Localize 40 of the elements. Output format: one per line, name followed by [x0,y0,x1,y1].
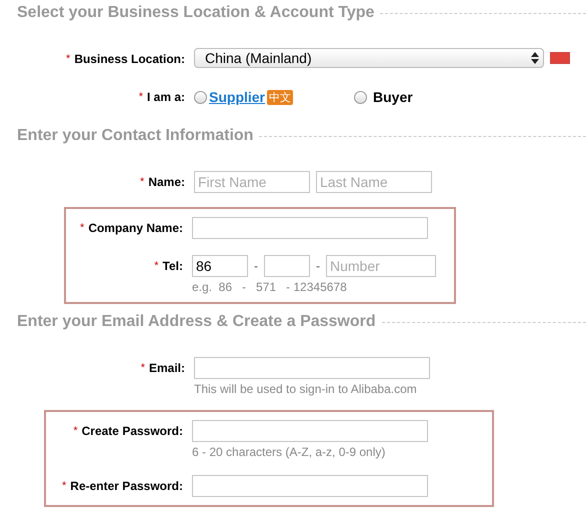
required-mark: * [62,479,66,494]
required-mark: * [73,424,78,439]
hint-text: This will be used to sign-in to Alibaba.com [194,382,418,396]
phone-field[interactable] [264,255,310,277]
section-heading: Enter your Email Address & Create a Password [17,313,376,331]
required-mark: * [140,175,144,190]
field-label: Tel: [162,258,183,275]
option-label: Buyer [373,89,413,105]
separator-text: - [254,259,258,273]
text-field[interactable] [194,357,430,379]
name-field[interactable]: Last Name [316,171,432,193]
field-label: Name: [148,174,185,191]
supplier-link[interactable]: Supplier [209,89,266,105]
required-mark: * [140,361,145,376]
field-label: Email: [148,360,185,377]
text-field[interactable] [192,217,428,239]
field-label: Company Name: [88,220,183,237]
field-label: Business Location: [74,51,185,68]
required-mark: * [66,52,70,67]
name-field[interactable]: First Name [194,171,310,193]
hint-text: 6 - 20 characters (A-Z, a-z, 0-9 only) [192,445,386,459]
location-select[interactable]: China (Mainland) [194,48,544,68]
field-label: I am a: [146,89,185,106]
section-heading: Select your Business Location & Account Type [17,4,374,22]
radio-button[interactable] [354,90,368,104]
hint-text: e.g. 86 - 571 - 12345678 [192,280,348,294]
separator-text: - [316,259,320,273]
field-label: Re-enter Password: [70,478,183,495]
field-label: Create Password: [82,423,183,440]
required-mark: * [138,90,143,105]
phone-field[interactable]: Number [326,255,436,277]
text-field[interactable] [192,475,428,497]
updown-arrows-icon [531,52,539,64]
radio-button[interactable] [194,90,207,104]
required-mark: * [154,259,159,274]
required-mark: * [80,221,84,236]
phone-field[interactable]: 86 [192,255,248,277]
section-heading: Enter your Contact Information [17,127,254,145]
flag-icon [550,52,570,64]
text-field[interactable] [192,420,428,442]
